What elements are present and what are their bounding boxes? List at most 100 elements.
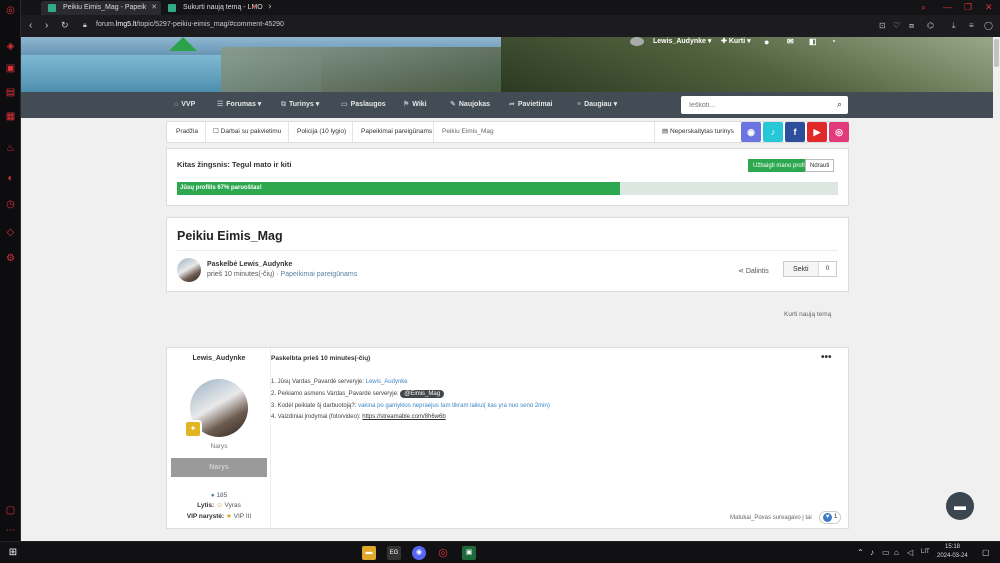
page-scrollbar[interactable]	[993, 37, 1000, 541]
breadcrumb-darbai[interactable]: ☐ Darbai su pakvietimu	[213, 122, 281, 142]
back-icon[interactable]: ‹	[29, 20, 32, 31]
app-taskbar-icon[interactable]: ▣	[462, 546, 476, 560]
complete-profile-button[interactable]: Užbaigti mano profilį	[748, 159, 813, 172]
notification-icon[interactable]: ▢	[982, 548, 990, 557]
clock-date[interactable]: 2024-03-24	[937, 553, 968, 559]
snapshot-icon[interactable]: ▢	[4, 504, 17, 517]
theme-icon[interactable]: ◔	[831, 37, 836, 47]
youtube-icon[interactable]: ▶	[807, 122, 827, 142]
breadcrumb-papeikimai[interactable]: Papeikimai pareigūnams	[361, 122, 432, 142]
extensions-icon[interactable]: ▦	[4, 110, 17, 123]
reload-icon[interactable]: ↻	[61, 20, 69, 31]
twitch-icon[interactable]: ▤	[4, 86, 17, 99]
player-icon[interactable]: ◐	[4, 172, 17, 185]
opera-taskbar-icon[interactable]: ◎	[436, 546, 450, 560]
post-options-icon[interactable]: •••	[821, 352, 832, 363]
clock-time[interactable]: 15:18	[945, 544, 960, 550]
extensions-toolbar-icon[interactable]: ⧈	[909, 21, 914, 31]
user-link[interactable]: Lewis_Audynke	[366, 379, 408, 385]
forward-icon[interactable]: ›	[45, 20, 48, 31]
nav-pavietimai[interactable]: ➦ Pavietimai	[509, 92, 553, 118]
site-logo[interactable]	[169, 37, 197, 51]
network-icon[interactable]: ⌂	[894, 548, 899, 557]
share-button[interactable]: ⋖ Dalintis	[738, 267, 769, 275]
more-icon[interactable]: ⋯	[4, 524, 17, 537]
tab-active[interactable]: Peikiu Eimis_Mag - Papeik ✕	[41, 1, 161, 15]
dismiss-button[interactable]: Ndrauti	[805, 159, 835, 172]
instagram-icon[interactable]: ◎	[829, 122, 849, 142]
newbie-icon: ✎	[450, 101, 456, 108]
file-explorer-icon[interactable]: ▬	[362, 546, 376, 560]
microphone-icon[interactable]: ♪	[870, 548, 874, 557]
shopping-icon[interactable]: ▣	[4, 62, 17, 75]
nav-daugiau[interactable]: ≡ Daugiau ▾	[577, 92, 617, 118]
toggle-icon[interactable]: ◧	[809, 37, 817, 47]
chat-icon[interactable]: ▬	[946, 492, 974, 520]
close-tab-icon[interactable]: ✕	[151, 4, 157, 11]
tray-chevron-icon[interactable]: ⌃	[857, 548, 864, 557]
user-avatar[interactable]	[630, 37, 644, 46]
close-window-icon[interactable]: ✕	[985, 2, 993, 13]
new-tab-icon[interactable]: +	[252, 2, 257, 12]
epic-games-icon[interactable]: EG	[387, 546, 401, 560]
notifications-icon[interactable]: ●	[764, 37, 769, 47]
unread-icon: ▤	[662, 128, 669, 135]
search-input[interactable]	[681, 96, 821, 114]
cube-icon[interactable]: ◇	[4, 226, 17, 239]
menu-icon[interactable]: ≡	[969, 21, 974, 30]
fire-icon[interactable]: ♨	[4, 142, 17, 155]
mention-tag[interactable]: @Eimis_Mag	[400, 390, 445, 398]
opera-logo-icon[interactable]: ◎	[4, 4, 17, 17]
post-author-panel: Lewis_Audynke ✦ Narys Narys ● 185 Lytis:…	[167, 348, 271, 530]
search-icon[interactable]: ⌕	[837, 99, 842, 110]
breadcrumb-home[interactable]: Pradžia	[176, 122, 198, 142]
download-icon[interactable]: ⤓	[952, 21, 956, 31]
user-menu[interactable]: Lewis_Audynke ▾	[653, 37, 711, 47]
new-topic-button[interactable]: Kurti naują temą	[784, 311, 831, 318]
aria-icon[interactable]: ◈	[4, 40, 17, 53]
history-icon[interactable]: ◷	[4, 198, 17, 211]
heart-icon: ♥	[823, 513, 832, 522]
maximize-icon[interactable]: ❐	[964, 2, 972, 13]
create-menu[interactable]: ✚ Kurti ▾	[721, 37, 751, 47]
nav-naujokas[interactable]: ✎ Naujokas	[450, 92, 490, 118]
nav-wiki[interactable]: ⚑ Wiki	[403, 92, 427, 118]
topic-author[interactable]: Paskelbė Lewis_Audynke	[207, 261, 292, 268]
url-field[interactable]: forum.lmg5.lt/topic/5297-peikiu-eimis_ma…	[96, 21, 284, 28]
nav-paslaugos[interactable]: ▭ Paslaugos	[341, 92, 386, 118]
discord-icon[interactable]: ◉	[741, 122, 761, 142]
language-indicator[interactable]: LIT	[921, 549, 930, 555]
windows-start-icon[interactable]: ⊞	[6, 546, 20, 560]
nav-vvp[interactable]: ⌂ VVP	[174, 92, 195, 118]
tiktok-icon[interactable]: ♪	[763, 122, 783, 142]
vpn-icon[interactable]: ⌬	[927, 21, 934, 30]
forum-link[interactable]: Papeikimai pareigūnams	[281, 271, 358, 278]
reaction-summary[interactable]: Matukai_Povas sureagavo į tai	[730, 515, 812, 521]
profile-icon[interactable]: ◯	[984, 21, 993, 30]
tab-bar: Peikiu Eimis_Mag - Papeik ✕ Sukurti naują…	[21, 0, 1000, 15]
camera-icon[interactable]: ⊡	[879, 21, 886, 30]
facebook-icon[interactable]: f	[785, 122, 805, 142]
volume-icon[interactable]: ◁	[907, 548, 913, 557]
close-tab-icon[interactable]: ✕	[268, 4, 271, 11]
unread-content-link[interactable]: ▤ Neperskaitytas turinys	[662, 122, 734, 142]
post-author-name[interactable]: Lewis_Audynke	[167, 355, 271, 362]
reaction-button[interactable]: ♥ 1	[819, 511, 841, 524]
wiki-icon: ⚑	[403, 101, 410, 108]
evidence-link[interactable]: https://streamable.com/8h6w6b	[362, 414, 445, 420]
more-menu-icon: ≡	[577, 101, 582, 108]
messages-icon[interactable]: ✉	[787, 37, 794, 47]
search-tabs-icon[interactable]: ⌕	[921, 2, 926, 13]
bookmark-icon[interactable]: ♡	[893, 21, 900, 30]
nav-turinys[interactable]: ⧉ Turinys ▾	[281, 92, 319, 118]
discord-taskbar-icon[interactable]: ◉	[412, 546, 426, 560]
nav-forumas[interactable]: ☰ Forumas ▾	[217, 92, 261, 118]
post-line-1: 1. Jūsų Vardas_Pavardė serveryje: Lewis_…	[271, 379, 408, 385]
settings-icon[interactable]: ⚙	[4, 252, 17, 265]
monitor-icon[interactable]: ▭	[882, 548, 890, 557]
follow-button[interactable]: Sekti 0	[783, 261, 837, 277]
address-bar: ‹ › ↻ 🔒︎ forum.lmg5.lt/topic/5297-peikiu…	[21, 15, 1000, 37]
breadcrumb-policija[interactable]: Policija (10 lygio)	[297, 122, 346, 142]
minimize-icon[interactable]: —	[943, 2, 952, 12]
avatar[interactable]	[177, 258, 201, 282]
